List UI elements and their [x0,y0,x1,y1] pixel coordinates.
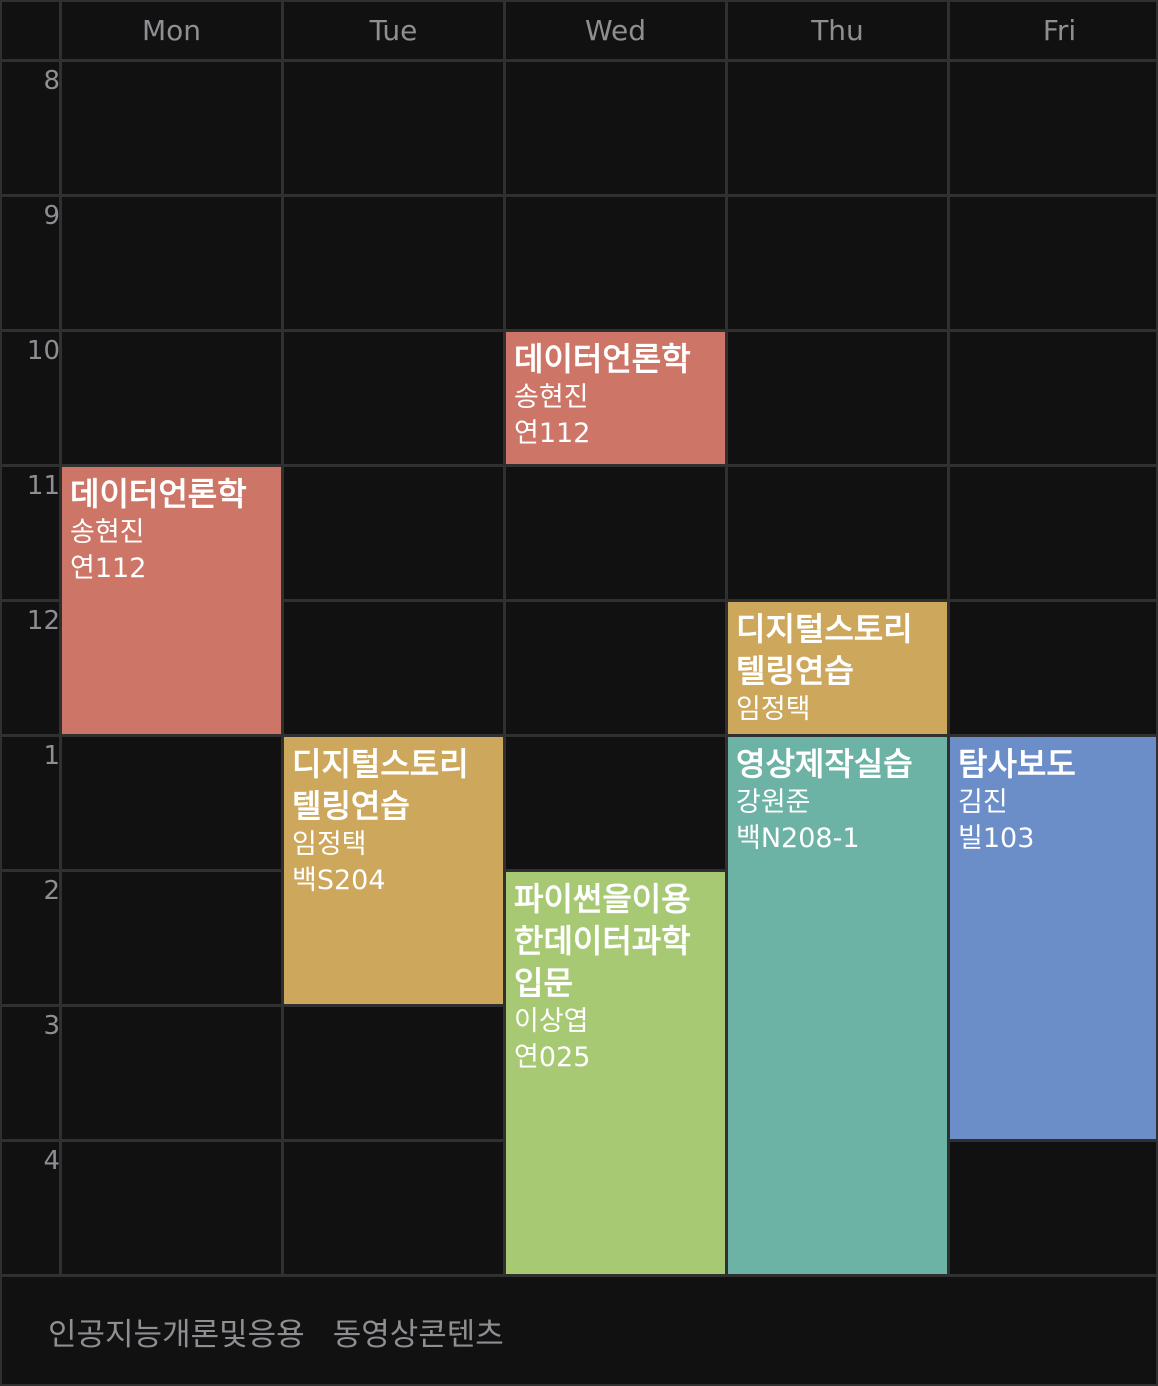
timetable-frame [0,0,1158,1386]
timetable: Mon Tue Wed Thu Fri 8 9 10 11 12 1 2 3 4 데이터언론학 송현진 연1… [0,0,1158,1386]
